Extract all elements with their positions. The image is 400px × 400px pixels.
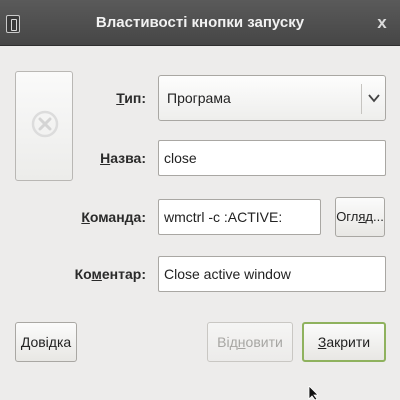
close-button[interactable]: Закрити — [302, 322, 386, 362]
close-window-button[interactable]: x — [372, 13, 392, 33]
type-label: Тип: — [116, 90, 146, 106]
help-button[interactable]: Довідка — [15, 322, 77, 362]
title-bar[interactable]: Властивості кнопки запуску x — [0, 0, 400, 46]
chevron-down-icon — [368, 94, 380, 103]
comment-label: Коментар: — [74, 266, 146, 282]
browse-button[interactable]: Огляд... — [335, 197, 385, 237]
close-x-icon — [31, 110, 59, 138]
mouse-pointer-icon — [308, 386, 319, 400]
revert-button[interactable]: Відновити — [207, 322, 293, 362]
name-label: Назва: — [100, 150, 146, 166]
name-field[interactable]: close — [158, 140, 386, 176]
command-field[interactable]: wmctrl -c :ACTIVE: — [158, 199, 321, 235]
command-label: Команда: — [81, 209, 146, 225]
type-select-value: Програма — [167, 90, 231, 106]
launcher-icon-button[interactable] — [15, 71, 73, 181]
comment-field[interactable]: Close active window — [158, 256, 386, 292]
combo-separator — [361, 84, 362, 114]
type-select[interactable]: Програма — [158, 75, 386, 121]
window-title: Властивості кнопки запуску — [95, 14, 305, 31]
